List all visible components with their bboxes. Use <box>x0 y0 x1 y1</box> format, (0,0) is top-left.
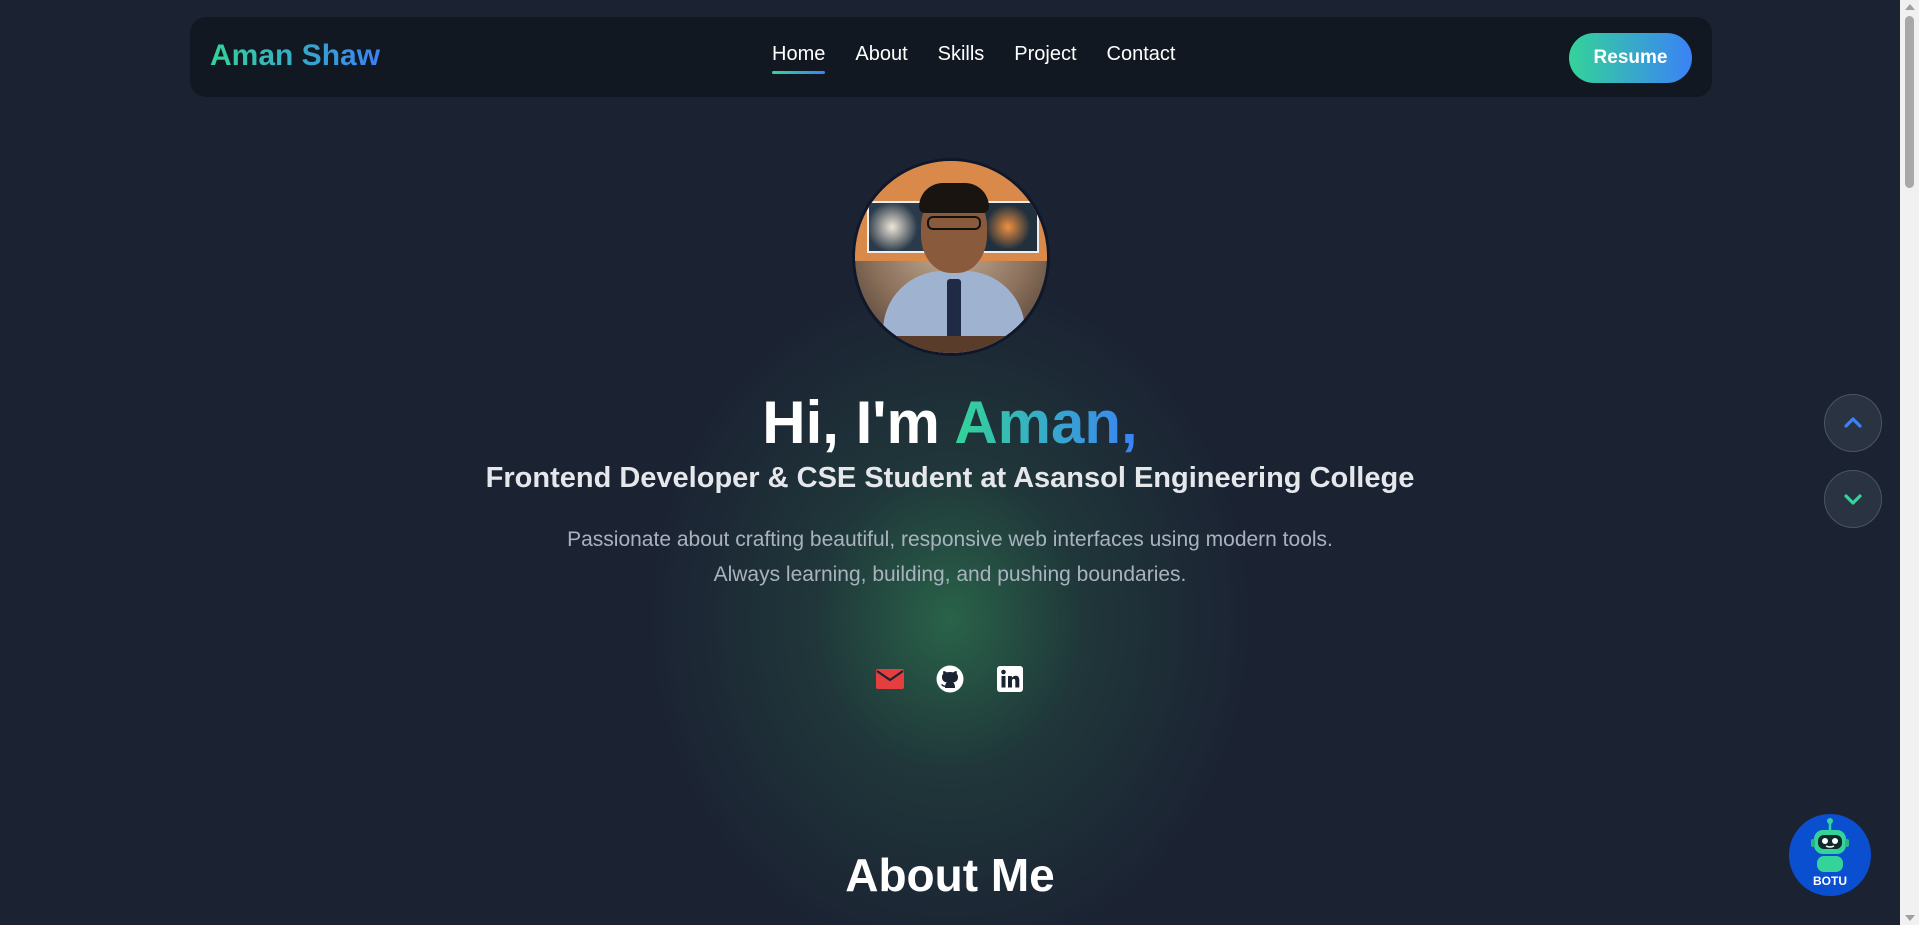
nav-link-home[interactable]: Home <box>772 43 826 74</box>
scrollbar-thumb[interactable] <box>1905 16 1914 188</box>
navbar: Aman Shaw Home About Skills Project Cont… <box>190 17 1712 97</box>
hero-description: Passionate about crafting beautiful, res… <box>0 522 1900 592</box>
nav-link-contact[interactable]: Contact <box>1107 43 1176 72</box>
page-scrollbar[interactable] <box>1900 0 1919 925</box>
photo-glasses <box>927 216 981 230</box>
nav-links: Home About Skills Project Contact <box>772 43 1176 74</box>
scroll-down-button[interactable] <box>1824 470 1882 528</box>
scrollbar-down-arrow-icon[interactable] <box>1905 915 1915 921</box>
hero-name: Aman, <box>954 389 1138 456</box>
hero-description-line-2: Always learning, building, and pushing b… <box>713 563 1187 586</box>
hero-subtitle: Frontend Developer & CSE Student at Asan… <box>485 462 1415 494</box>
email-icon[interactable] <box>875 664 905 694</box>
chatbot-label: BOTU <box>1813 874 1847 888</box>
nav-link-skills[interactable]: Skills <box>938 43 985 72</box>
nav-link-about[interactable]: About <box>855 43 907 72</box>
profile-photo <box>852 158 1050 356</box>
photo-hair <box>919 183 989 213</box>
chatbot-button[interactable]: BOTU <box>1789 814 1871 896</box>
photo-table <box>855 336 1047 353</box>
chevron-up-icon <box>1844 417 1862 428</box>
about-heading: About Me <box>845 849 1055 901</box>
scrollbar-up-arrow-icon[interactable] <box>1905 4 1915 10</box>
chevron-down-icon <box>1844 494 1862 505</box>
brand-logo[interactable]: Aman Shaw <box>210 39 380 73</box>
page: Aman Shaw Home About Skills Project Cont… <box>0 0 1900 925</box>
resume-button[interactable]: Resume <box>1569 33 1692 83</box>
hero-title: Hi, I'm Aman, <box>0 388 1900 457</box>
nav-link-project[interactable]: Project <box>1014 43 1076 72</box>
social-links <box>875 664 1025 694</box>
hero-greeting: Hi, I'm <box>762 389 955 456</box>
github-icon[interactable] <box>935 664 965 694</box>
scroll-up-button[interactable] <box>1824 394 1882 452</box>
linkedin-icon[interactable] <box>995 664 1025 694</box>
hero-description-line-1: Passionate about crafting beautiful, res… <box>567 528 1333 551</box>
